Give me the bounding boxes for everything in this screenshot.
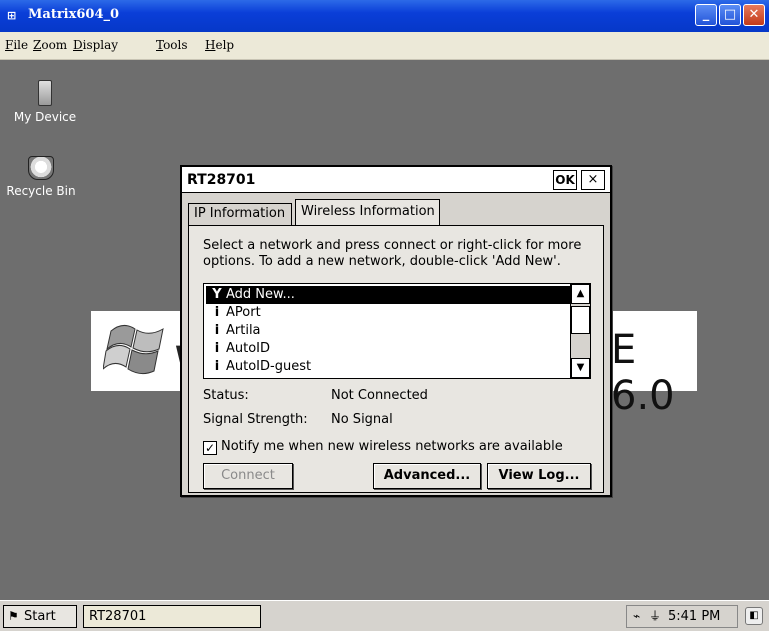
network-icon: i — [214, 323, 220, 338]
menu-display[interactable]: Display — [73, 38, 118, 52]
network-name: APort — [226, 305, 261, 320]
close-button[interactable]: ✕ — [743, 4, 765, 26]
advanced-button[interactable]: Advanced... — [373, 463, 481, 489]
scroll-up-icon[interactable]: ▲ — [571, 284, 590, 304]
dialog-titlebar: RT28701 OK × — [182, 167, 610, 193]
menu-help[interactable]: Help — [205, 38, 234, 52]
desktop-icon-my-device[interactable]: My Device — [0, 80, 90, 124]
system-tray: ⌁ ⏚ 5:41 PM — [626, 605, 738, 628]
my-device-icon — [38, 80, 52, 106]
wireless-panel: Select a network and press connect or ri… — [188, 225, 604, 493]
start-button[interactable]: ⚑ Start — [3, 605, 77, 628]
signal-label: Signal Strength: — [203, 412, 308, 427]
usb-connection-icon[interactable]: ⏚ — [649, 606, 661, 627]
start-label: Start — [24, 609, 56, 624]
menu-file[interactable]: File — [5, 38, 28, 52]
network-icon: i — [214, 341, 220, 356]
window-title: Matrix604_0 — [28, 7, 120, 22]
antenna-icon: Y — [212, 287, 222, 302]
wireless-dialog: RT28701 OK × IP Information Wireless Inf… — [180, 165, 612, 497]
start-flag-icon: ⚑ — [8, 609, 19, 623]
network-name: AutoID — [226, 341, 271, 356]
network-name: AutoID-guest — [226, 359, 312, 374]
taskbar: ⚑ Start RT28701 ⌁ ⏚ 5:41 PM ◧ — [0, 600, 769, 631]
connect-button[interactable]: Connect — [203, 463, 293, 489]
network-name: Artila — [226, 323, 261, 338]
list-item[interactable]: i APort — [206, 304, 572, 322]
list-scrollbar[interactable]: ▲ ▼ — [570, 284, 590, 378]
show-desktop-icon[interactable]: ◧ — [745, 607, 763, 625]
menu-bar: File Zoom Display Tools Help — [0, 32, 769, 60]
window-titlebar: ⊞ Matrix604_0 _ □ ✕ — [0, 0, 769, 32]
menu-tools[interactable]: Tools — [156, 38, 188, 52]
network-status-icon[interactable]: ⌁ — [633, 606, 640, 627]
status-value: Not Connected — [331, 388, 428, 403]
network-name: Add New... — [226, 287, 295, 302]
menu-zoom[interactable]: Zoom — [33, 38, 67, 52]
status-label: Status: — [203, 388, 249, 403]
windows-logo-icon — [103, 325, 164, 375]
instructions-text: Select a network and press connect or ri… — [203, 238, 582, 269]
view-log-button[interactable]: View Log... — [487, 463, 591, 489]
recycle-bin-icon — [28, 156, 54, 180]
network-icon: i — [214, 305, 220, 320]
notify-checkbox[interactable]: ✓ — [203, 441, 217, 455]
minimize-button[interactable]: _ — [695, 4, 717, 26]
list-item[interactable]: i AutoID-guest — [206, 358, 572, 376]
desktop-icon-recycle-bin[interactable]: Recycle Bin — [0, 156, 86, 198]
maximize-button[interactable]: □ — [719, 4, 741, 26]
network-icon: i — [214, 359, 220, 374]
clock[interactable]: 5:41 PM — [668, 606, 720, 627]
app-icon: ⊞ — [7, 9, 17, 22]
notify-checkbox-row[interactable]: ✓ Notify me when new wireless networks ar… — [203, 439, 563, 455]
network-list[interactable]: Y Add New... i APort i Artila i AutoID i Auto… — [203, 283, 591, 379]
tab-ip-information[interactable]: IP Information — [188, 203, 292, 226]
signal-value: No Signal — [331, 412, 393, 427]
list-item[interactable]: i AutoID — [206, 340, 572, 358]
dialog-close-button[interactable]: × — [581, 170, 605, 190]
dialog-ok-button[interactable]: OK — [553, 170, 577, 190]
banner-ce-text: E 6.0 — [611, 327, 675, 419]
dialog-title: RT28701 — [187, 172, 256, 188]
list-item[interactable]: Y Add New... — [206, 286, 572, 304]
taskbar-item-rt28701[interactable]: RT28701 — [83, 605, 261, 628]
tab-wireless-information[interactable]: Wireless Information — [295, 199, 440, 226]
notify-label: Notify me when new wireless networks are… — [221, 439, 563, 454]
scroll-down-icon[interactable]: ▼ — [571, 358, 590, 378]
scroll-thumb[interactable] — [571, 306, 590, 334]
list-item[interactable]: i Artila — [206, 322, 572, 340]
desktop-icon-label: Recycle Bin — [6, 184, 76, 198]
desktop-icon-label: My Device — [13, 110, 77, 124]
